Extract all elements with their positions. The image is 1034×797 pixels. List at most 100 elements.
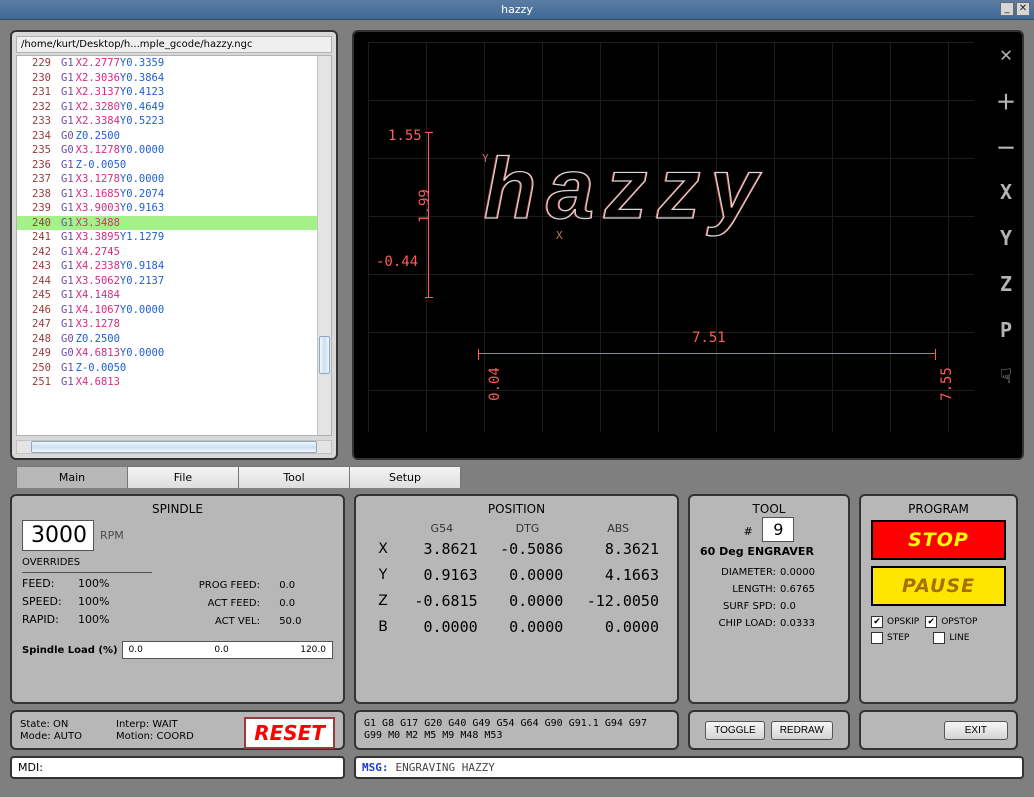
opstop-label: OPSTOP <box>941 617 977 627</box>
gcode-hscrollbar-thumb[interactable] <box>31 441 317 453</box>
active-gcodes: G1 G8 G17 G20 G40 G49 G54 G64 G90 G91.1 … <box>354 710 679 750</box>
tool-len-value: 0.6765 <box>780 581 815 598</box>
tool-panel: TOOL # 9 60 Deg ENGRAVER DIAMETER:0.0000… <box>688 494 850 704</box>
state-value: ON <box>53 719 68 730</box>
interp-value: WAIT <box>152 719 177 730</box>
gcode-line[interactable]: 241G1 X3.3895 Y1.1279 <box>17 230 331 245</box>
spindle-rpm-value[interactable]: 3000 <box>22 520 94 551</box>
minimize-icon[interactable]: _ <box>1000 2 1014 16</box>
app-frame: /home/kurt/Desktop/h...mple_gcode/hazzy.… <box>0 20 1034 797</box>
tab-file[interactable]: File <box>127 466 239 488</box>
state-panel: State: ON Interp: WAIT Mode: AUTO Motion… <box>10 710 345 750</box>
extent-y-top: 1.55 <box>388 128 422 144</box>
speed-value: 100% <box>78 593 109 611</box>
gcode-line[interactable]: 237G1 X3.1278 Y0.0000 <box>17 172 331 187</box>
gcode-vscrollbar-thumb[interactable] <box>319 336 330 374</box>
redraw-button[interactable]: REDRAW <box>771 721 833 740</box>
opskip-checkbox[interactable]: ✔ <box>871 616 883 628</box>
preview-buttons-panel: TOGGLE REDRAW <box>688 710 850 750</box>
mdi-input[interactable]: MDI: <box>10 756 345 779</box>
gcode-line[interactable]: 251G1 X4.6813 <box>17 375 331 390</box>
spindle-load-label: Spindle Load (%) <box>22 645 118 656</box>
speed-label: SPEED: <box>22 593 70 611</box>
msg-text: ENGRAVING HAZZY <box>396 761 495 774</box>
gcode-line[interactable]: 239G1 X3.9003 Y0.9163 <box>17 201 331 216</box>
line-checkbox[interactable] <box>933 632 945 644</box>
gcode-line[interactable]: 230G1 X2.3036 Y0.3864 <box>17 71 331 86</box>
tab-tool[interactable]: Tool <box>238 466 350 488</box>
tab-main[interactable]: Main <box>16 466 128 488</box>
gcode-line[interactable]: 247G1 X3.1278 <box>17 317 331 332</box>
gcode-line[interactable]: 242G1 X4.2745 <box>17 245 331 260</box>
zoom-in-icon[interactable]: ＋ <box>994 88 1018 112</box>
axis-y-label: Y <box>482 152 489 165</box>
msg-label: MSG: <box>362 761 389 774</box>
gcode-line[interactable]: 236G1 Z-0.0050 <box>17 158 331 173</box>
spindle-panel: SPINDLE 3000 RPM OVERRIDES FEED:100% SPE… <box>10 494 345 704</box>
mode-value: AUTO <box>54 731 82 742</box>
gcode-line[interactable]: 248G0 Z0.2500 <box>17 332 331 347</box>
tool-chipload-label: CHIP LOAD: <box>700 615 776 632</box>
gcode-line[interactable]: 238G1 X3.1685 Y0.2074 <box>17 187 331 202</box>
gcode-line[interactable]: 229G1 X2.2777 Y0.3359 <box>17 56 331 71</box>
gcode-list[interactable]: 229G1 X2.2777 Y0.3359230G1 X2.3036 Y0.38… <box>16 55 332 436</box>
gcode-vscrollbar[interactable] <box>317 56 331 435</box>
spindle-load-bar: 0.0 0.0 120.0 <box>122 641 333 659</box>
view-y-button[interactable]: Y <box>994 226 1018 250</box>
opskip-label: OPSKIP <box>887 617 919 627</box>
feed-value: 100% <box>78 575 109 593</box>
gcode-line[interactable]: 232G1 X2.3280 Y0.4649 <box>17 100 331 115</box>
view-x-button[interactable]: X <box>994 180 1018 204</box>
gcode-file-tab[interactable]: /home/kurt/Desktop/h...mple_gcode/hazzy.… <box>16 36 332 53</box>
gcode-line[interactable]: 240G1 X3.3488 <box>17 216 331 231</box>
gcode-line[interactable]: 234G0 Z0.2500 <box>17 129 331 144</box>
tool-desc: 60 Deg ENGRAVER <box>700 545 838 558</box>
progfeed-value: 0.0 <box>279 577 295 595</box>
window-titlebar: hazzy _ ✕ <box>0 0 1034 20</box>
zoom-out-icon[interactable]: － <box>994 134 1018 158</box>
exit-button[interactable]: EXIT <box>944 721 1008 740</box>
pan-icon[interactable]: ☟ <box>994 364 1018 388</box>
close-icon[interactable]: ✕ <box>1016 2 1030 16</box>
gcode-line[interactable]: 235G0 X3.1278 Y0.0000 <box>17 143 331 158</box>
x-extent-line <box>478 353 936 354</box>
view-p-button[interactable]: P <box>994 318 1018 342</box>
position-table: G54DTGABSX3.8621-0.50868.3621Y0.91630.00… <box>366 520 667 641</box>
step-checkbox[interactable] <box>871 632 883 644</box>
gcode-line[interactable]: 249G0 X4.6813 Y0.0000 <box>17 346 331 361</box>
y-extent-line <box>428 132 429 298</box>
program-panel: PROGRAM STOP PAUSE ✔OPSKIP ✔OPSTOP STEP … <box>859 494 1018 704</box>
gcode-line[interactable]: 250G1 Z-0.0050 <box>17 361 331 376</box>
window-title: hazzy <box>501 3 533 16</box>
tool-title: TOOL <box>700 502 838 516</box>
toggle-button[interactable]: TOGGLE <box>705 721 765 740</box>
toolpath-preview[interactable]: hazzy hazzy 1.55 1.99 -0.44 Y X 7.51 0.0… <box>352 30 1024 460</box>
pause-button[interactable]: PAUSE <box>871 566 1006 606</box>
progfeed-label: PROG FEED: <box>190 577 260 595</box>
gcode-line[interactable]: 231G1 X2.3137 Y0.4123 <box>17 85 331 100</box>
gcode-hscrollbar[interactable] <box>16 440 332 454</box>
spindle-load-cur: 0.0 <box>214 645 228 655</box>
tools-icon[interactable]: ✕ <box>994 42 1018 66</box>
gcode-line[interactable]: 244G1 X3.5062 Y0.2137 <box>17 274 331 289</box>
tool-number[interactable]: 9 <box>762 517 794 542</box>
extent-x-left: 0.04 <box>487 367 503 401</box>
gcode-line[interactable]: 246G1 X4.1067 Y0.0000 <box>17 303 331 318</box>
position-title: POSITION <box>366 502 667 516</box>
tab-setup[interactable]: Setup <box>349 466 461 488</box>
stop-button[interactable]: STOP <box>871 520 1006 560</box>
spindle-load-max: 120.0 <box>300 645 326 655</box>
reset-button[interactable]: RESET <box>244 717 335 749</box>
opstop-checkbox[interactable]: ✔ <box>925 616 937 628</box>
gcode-line[interactable]: 233G1 X2.3384 Y0.5223 <box>17 114 331 129</box>
motion-label: Motion: <box>116 731 153 742</box>
gcode-line[interactable]: 243G1 X4.2338 Y0.9184 <box>17 259 331 274</box>
spindle-title: SPINDLE <box>22 502 333 516</box>
overrides-label: OVERRIDES <box>22 557 152 568</box>
view-z-button[interactable]: Z <box>994 272 1018 296</box>
toolpath-outline: hazzy <box>484 140 768 239</box>
spindle-rpm-unit: RPM <box>100 529 124 542</box>
mdi-label: MDI: <box>18 761 43 774</box>
step-label: STEP <box>887 633 909 643</box>
gcode-line[interactable]: 245G1 X4.1484 <box>17 288 331 303</box>
